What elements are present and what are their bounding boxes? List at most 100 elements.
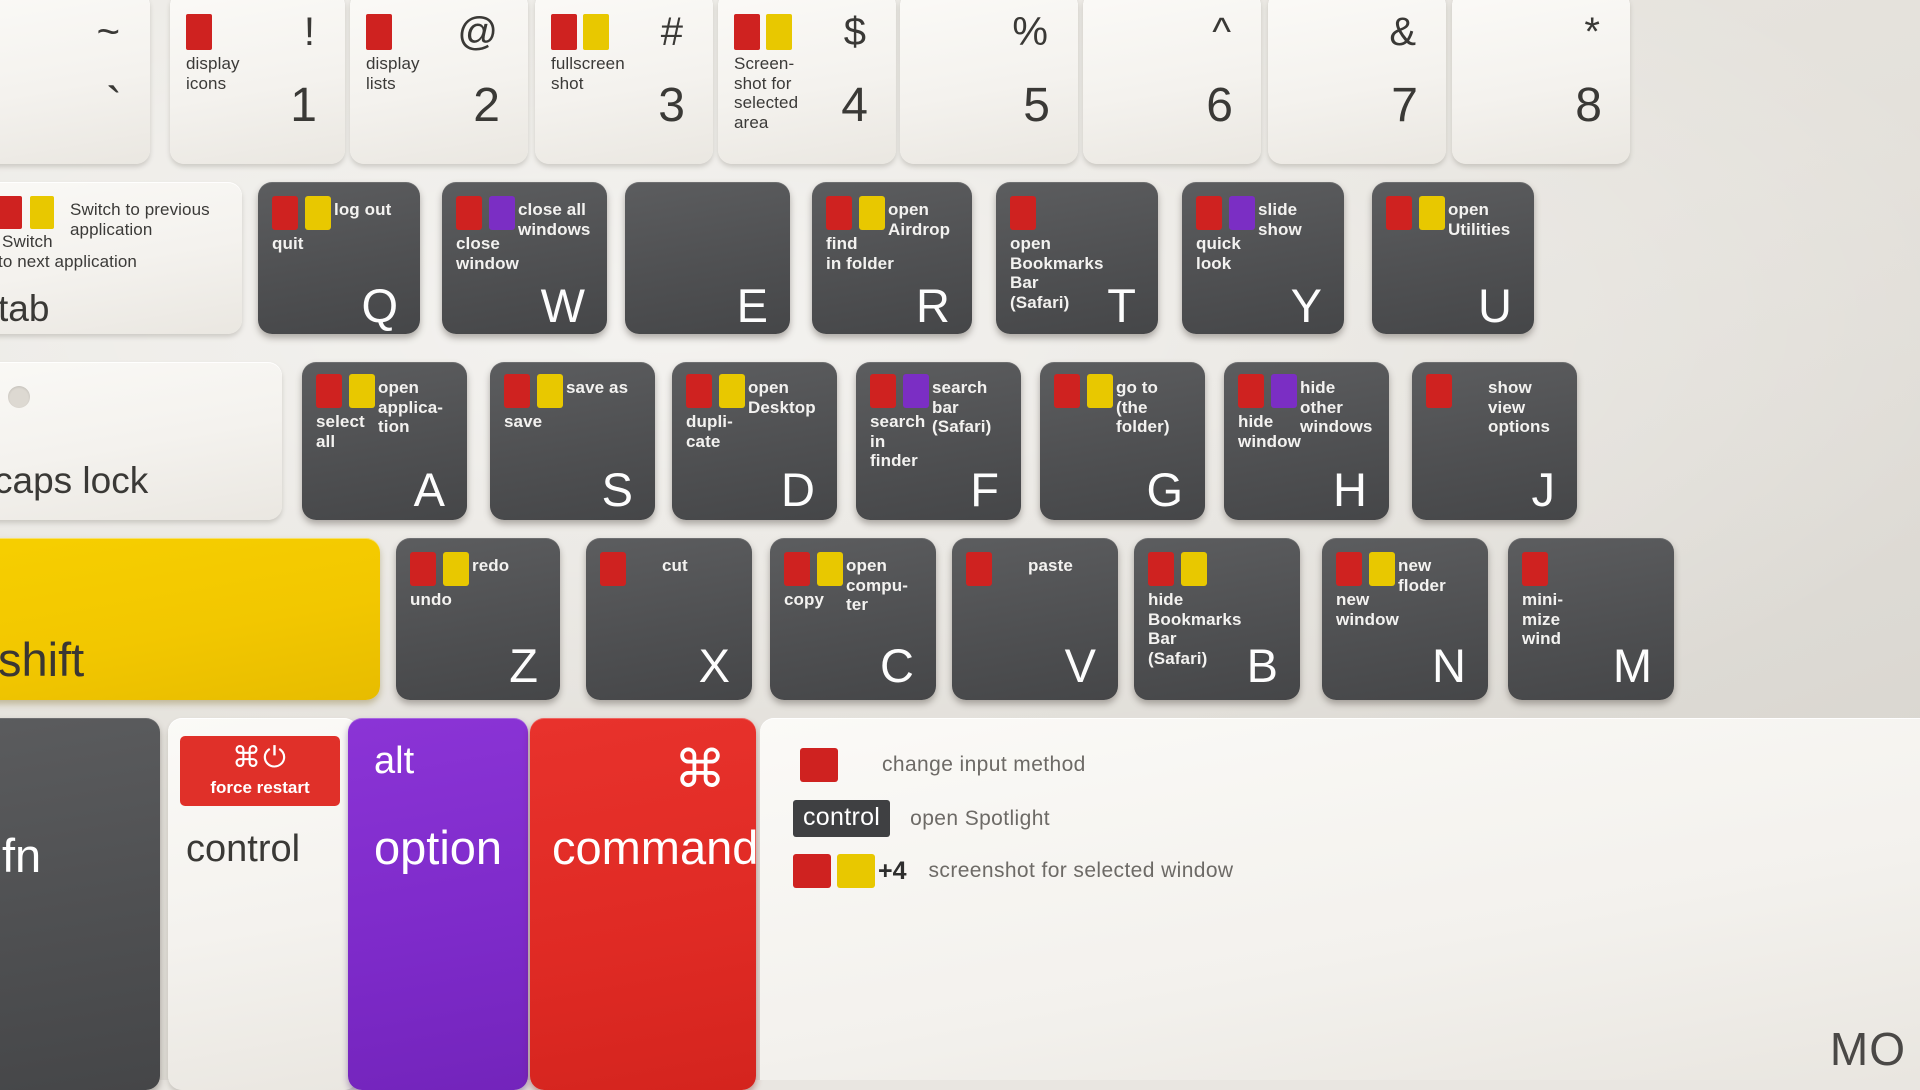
key-six[interactable]: ^ 6 <box>1083 0 1261 164</box>
key-seven[interactable]: & 7 <box>1268 0 1446 164</box>
force-restart-badge: ⌘⏻ force restart <box>180 736 340 806</box>
key-label-w-secondary: close all windows <box>518 200 591 239</box>
red-swatch-icon <box>272 196 298 230</box>
red-swatch-icon <box>456 196 482 230</box>
red-swatch-icon <box>870 374 896 408</box>
key-glyph-top-one: ! <box>303 10 315 54</box>
yellow-swatch-icon <box>1369 552 1395 586</box>
key-j[interactable]: show view options J <box>1412 362 1577 520</box>
key-glyph-f: F <box>970 463 999 516</box>
modifier-swatch-group <box>366 14 392 50</box>
key-v[interactable]: paste V <box>952 538 1118 700</box>
yellow-swatch-icon <box>719 374 745 408</box>
legend-text-spotlight: open Spotlight <box>910 806 1051 830</box>
modifier-swatch-group <box>1386 196 1445 230</box>
legend-row-screenshot-window: +4 screenshot for selected window <box>793 854 1234 888</box>
red-swatch-icon <box>0 196 22 229</box>
key-tab[interactable]: Switch to previous application Switch to ne… <box>0 182 242 334</box>
key-u[interactable]: open Utilities U <box>1372 182 1534 334</box>
key-glyph-top-four: $ <box>843 10 866 54</box>
key-label-a-primary: select all <box>316 412 365 451</box>
key-glyph-five: 5 <box>1023 79 1050 132</box>
red-swatch-icon <box>1054 374 1080 408</box>
key-glyph-top-eight: * <box>1584 10 1600 54</box>
key-y[interactable]: slide show quick look Y <box>1182 182 1344 334</box>
key-s[interactable]: save as save S <box>490 362 655 520</box>
modifier-swatch-group <box>272 196 331 230</box>
key-one[interactable]: display icons! 1 <box>170 0 345 164</box>
red-swatch-icon-2 <box>793 854 831 888</box>
key-option[interactable]: alt option <box>348 718 528 1090</box>
key-b[interactable]: hide Bookmarks Bar (Safari) B <box>1134 538 1300 700</box>
modifier-swatch-group <box>1522 552 1548 586</box>
key-glyph-h: H <box>1333 463 1367 516</box>
legend-text-screenshot-window: screenshot for selected window <box>928 859 1234 882</box>
key-shift[interactable]: shift <box>0 538 380 700</box>
key-a[interactable]: open applica-tion select all A <box>302 362 467 520</box>
key-label-j-secondary: show view options <box>1488 378 1551 437</box>
key-glyph-r: R <box>916 279 950 332</box>
red-swatch-icon <box>1336 552 1362 586</box>
red-swatch-icon <box>826 196 852 230</box>
key-w[interactable]: close all windows close window W <box>442 182 607 334</box>
key-d[interactable]: open Desktop dupli-cate D <box>672 362 837 520</box>
key-glyph-e: E <box>736 279 768 332</box>
legend-row-input-method: change input method <box>800 748 1086 782</box>
key-control[interactable]: ⌘⏻ force restart control <box>168 718 358 1090</box>
key-glyph-w: W <box>540 279 585 332</box>
key-glyph-caps-lock: caps lock <box>0 460 149 501</box>
key-glyph-tab: tab <box>0 288 50 329</box>
key-x[interactable]: cut X <box>586 538 752 700</box>
red-swatch-icon <box>410 552 436 586</box>
red-swatch-icon <box>1386 196 1412 230</box>
key-label-g-secondary: go to (the folder) <box>1116 378 1170 437</box>
key-glyph-shift: shift <box>0 633 85 686</box>
key-tilde[interactable]: ~ ` <box>0 0 150 164</box>
modifier-swatch-group <box>551 14 609 50</box>
red-swatch-icon <box>1426 374 1452 408</box>
purple-swatch-icon <box>489 196 515 230</box>
key-label-b-primary: hide Bookmarks Bar (Safari) <box>1148 590 1242 669</box>
yellow-swatch-icon <box>1087 374 1113 408</box>
key-glyph-g: G <box>1146 463 1183 516</box>
key-three[interactable]: fullscreen shot #3 <box>535 0 713 164</box>
key-eight[interactable]: * 8 <box>1452 0 1630 164</box>
key-four[interactable]: Screen-shot for selected area $4 <box>718 0 896 164</box>
key-command[interactable]: ⌘ command <box>530 718 756 1090</box>
key-label-s-primary: save <box>504 412 543 431</box>
command-power-icon: ⌘⏻ <box>232 742 288 774</box>
key-glyph-u: U <box>1478 279 1512 332</box>
key-g[interactable]: go to (the folder) G <box>1040 362 1205 520</box>
key-label-three: fullscreen shot <box>551 54 625 93</box>
key-fn[interactable]: fn <box>0 718 160 1090</box>
modifier-swatch-group <box>600 552 626 586</box>
key-glyph-eight: 8 <box>1575 79 1602 132</box>
key-label-y-primary: quick look <box>1196 234 1241 273</box>
key-n[interactable]: new floder new window N <box>1322 538 1488 700</box>
command-symbol-icon: ⌘ <box>674 741 726 799</box>
key-f[interactable]: search bar (Safari) search in finder F <box>856 362 1021 520</box>
key-glyph-alt: alt <box>374 740 415 782</box>
key-c[interactable]: open compu-ter copy C <box>770 538 936 700</box>
key-m[interactable]: mini-mize wind M <box>1508 538 1674 700</box>
key-h[interactable]: hide other windows hide window H <box>1224 362 1389 520</box>
key-glyph-c: C <box>880 639 914 692</box>
key-label-z-secondary: redo <box>472 556 510 575</box>
key-label-x-secondary: cut <box>662 556 688 575</box>
key-glyph-x: X <box>698 639 730 692</box>
modifier-swatch-group <box>966 552 992 586</box>
key-label-tab-primary-1: Switch <box>2 232 53 251</box>
key-e[interactable]: E <box>625 182 790 334</box>
key-five[interactable]: % 5 <box>900 0 1078 164</box>
key-label-t-primary: open Bookmarks Bar (Safari) <box>1010 234 1104 313</box>
modifier-swatch-group <box>1238 374 1297 408</box>
modifier-swatch-group <box>734 14 792 50</box>
key-r[interactable]: open Airdrop find in folder R <box>812 182 972 334</box>
key-caps-lock[interactable]: caps lock <box>0 362 282 520</box>
key-q[interactable]: log out quit Q <box>258 182 420 334</box>
key-two[interactable]: display lists @2 <box>350 0 528 164</box>
modifier-swatch-group <box>186 14 212 50</box>
key-z[interactable]: redo undo Z <box>396 538 560 700</box>
modifier-swatch-group <box>0 196 54 229</box>
key-t[interactable]: open Bookmarks Bar (Safari) T <box>996 182 1158 334</box>
